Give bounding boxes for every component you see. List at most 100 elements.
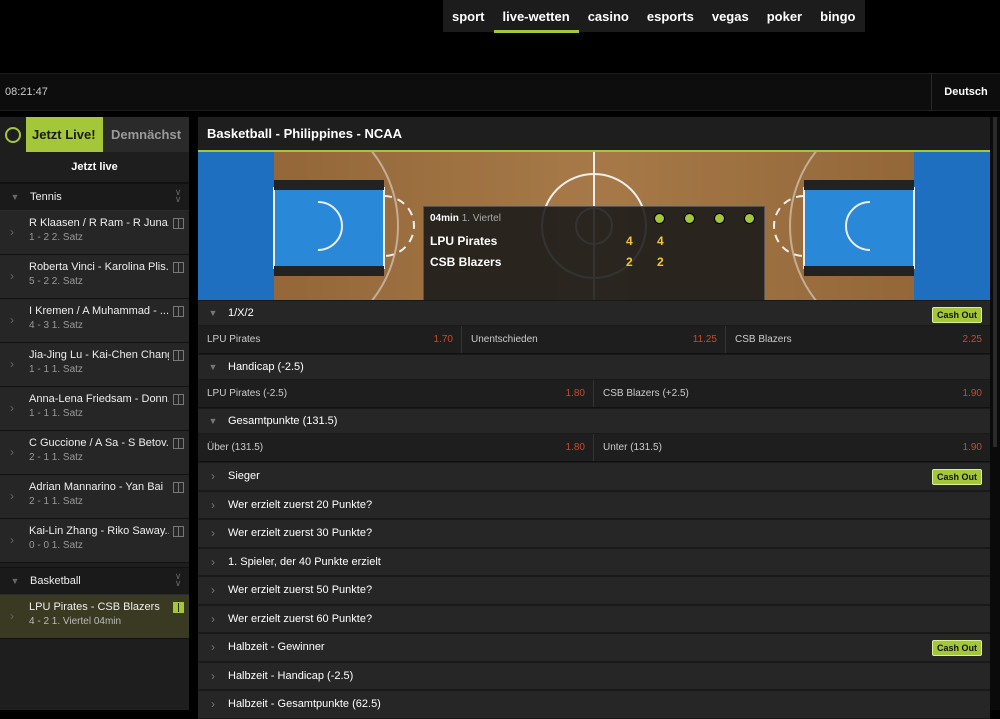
- event-header-title: Basketball - Philippines - NCAA: [198, 117, 990, 152]
- odd-button[interactable]: CSB Blazers (+2.5) 1.90: [594, 380, 990, 407]
- chevron-right-icon: ›: [211, 611, 215, 626]
- chevron-right-icon: ›: [211, 526, 215, 541]
- market-header[interactable]: › Wer erzielt zuerst 20 Punkte?: [198, 490, 990, 519]
- language-selector[interactable]: Deutsch: [931, 74, 1000, 110]
- market-title: Wer erzielt zuerst 30 Punkte?: [228, 527, 373, 540]
- odd-value: 1.70: [433, 334, 453, 345]
- chevron-right-icon: ›: [10, 489, 14, 503]
- market-header[interactable]: › Sieger Cash Out: [198, 462, 990, 491]
- odd-button[interactable]: Unter (131.5) 1.90: [594, 434, 990, 461]
- odd-label: Unter (131.5): [603, 442, 662, 453]
- market-header[interactable]: › Halbzeit - Gewinner Cash Out: [198, 633, 990, 662]
- chevron-down-icon: ▼: [10, 576, 20, 586]
- collapse-all-icon[interactable]: ∨ ∨: [171, 572, 185, 588]
- clock: 08:21:47: [5, 86, 48, 98]
- event-row[interactable]: › Adrian Mannarino - Yan Bai 2 - 1 1. Sa…: [0, 475, 189, 519]
- tv-icon: [173, 602, 184, 613]
- event-score: 1 - 1 1. Satz: [29, 364, 83, 375]
- event-row[interactable]: › I Kremen / A Muhammad - ... 4 - 3 1. S…: [0, 299, 189, 343]
- category-label: Basketball: [30, 575, 81, 587]
- odd-value: 2.25: [962, 334, 982, 345]
- event-row[interactable]: › Kai-Lin Zhang - Riko Saway... 0 - 0 1.…: [0, 519, 189, 563]
- nav-esports[interactable]: esports: [638, 0, 703, 32]
- event-title: LPU Pirates - CSB Blazers: [29, 601, 160, 613]
- event-row[interactable]: › Anna-Lena Friedsam - Donn... 1 - 1 1. …: [0, 387, 189, 431]
- chevron-right-icon: ›: [211, 583, 215, 598]
- event-row-selected[interactable]: › LPU Pirates - CSB Blazers 4 - 2 1. Vie…: [0, 595, 189, 639]
- cash-out-badge[interactable]: Cash Out: [931, 640, 982, 656]
- market-total-header[interactable]: ▼ Gesamtpunkte (131.5): [198, 408, 990, 434]
- event-score: 1 - 1 1. Satz: [29, 408, 83, 419]
- event-row[interactable]: › C Guccione / A Sa - S Betov... 2 - 1 1…: [0, 431, 189, 475]
- odd-button[interactable]: LPU Pirates (-2.5) 1.80: [198, 380, 594, 407]
- ball-icon: [684, 213, 695, 224]
- odd-button[interactable]: LPU Pirates 1.70: [198, 326, 462, 353]
- team-away: CSB Blazers: [430, 255, 502, 269]
- event-row[interactable]: › Roberta Vinci - Karolina Plis... 5 - 2…: [0, 255, 189, 299]
- market-title: Wer erzielt zuerst 20 Punkte?: [228, 498, 373, 511]
- event-score: 5 - 2 2. Satz: [29, 276, 83, 287]
- market-1x2-odds: LPU Pirates 1.70 Unentschieden 11.25 CSB B…: [198, 326, 990, 354]
- event-title: Adrian Mannarino - Yan Bai: [29, 481, 164, 493]
- market-handicap-header[interactable]: ▼ Handicap (-2.5): [198, 354, 990, 380]
- nav-bingo[interactable]: bingo: [811, 0, 864, 32]
- odd-label: CSB Blazers: [735, 334, 792, 345]
- chevron-right-icon: ›: [211, 497, 215, 512]
- tv-icon: [173, 394, 184, 405]
- market-header[interactable]: › Wer erzielt zuerst 50 Punkte?: [198, 576, 990, 605]
- tv-icon: [173, 482, 184, 493]
- market-1x2-header[interactable]: ▼ 1/X/2 Cash Out: [198, 300, 990, 326]
- nav-sport[interactable]: sport: [443, 0, 494, 32]
- odd-button[interactable]: CSB Blazers 2.25: [726, 326, 990, 353]
- market-title: 1/X/2: [228, 307, 254, 319]
- event-score: 1 - 2 2. Satz: [29, 232, 83, 243]
- event-row[interactable]: › Jia-Jing Lu - Kai-Chen Chang 1 - 1 1. …: [0, 343, 189, 387]
- cash-out-badge[interactable]: Cash Out: [931, 307, 982, 323]
- collapsed-markets: › Sieger Cash Out › Wer erzielt zuerst 2…: [198, 462, 990, 719]
- chevron-right-icon: ›: [10, 225, 14, 239]
- event-score: 0 - 0 1. Satz: [29, 540, 83, 551]
- collapse-all-icon[interactable]: ∨ ∨: [171, 188, 185, 204]
- nav-poker[interactable]: poker: [758, 0, 811, 32]
- event-title: Anna-Lena Friedsam - Donn...: [29, 393, 169, 405]
- chevron-right-icon: ›: [211, 554, 215, 569]
- odd-label: LPU Pirates: [207, 334, 261, 345]
- top-navigation: sport live-wetten casino esports vegas p…: [443, 0, 865, 33]
- odd-button[interactable]: Über (131.5) 1.80: [198, 434, 594, 461]
- market-title: Sieger: [228, 470, 260, 483]
- nav-live-wetten[interactable]: live-wetten: [493, 0, 579, 33]
- odd-label: Unentschieden: [471, 334, 538, 345]
- category-basketball[interactable]: ▼ Basketball ∨ ∨: [0, 567, 189, 595]
- tv-icon: [173, 526, 184, 537]
- team-away-period-score: 2: [657, 255, 664, 269]
- team-home-period-score: 4: [657, 234, 664, 248]
- scrollbar[interactable]: [990, 117, 1000, 710]
- nav-vegas[interactable]: vegas: [703, 0, 758, 32]
- chevron-right-icon: ›: [10, 313, 14, 327]
- team-home-score: 4: [626, 234, 633, 248]
- event-row[interactable]: › R Klaasen / R Ram - R Juna... 1 - 2 2.…: [0, 211, 189, 255]
- tv-icon: [173, 438, 184, 449]
- tv-icon: [173, 306, 184, 317]
- stopwatch-icon: [0, 117, 26, 152]
- market-handicap-odds: LPU Pirates (-2.5) 1.80 CSB Blazers (+2.5…: [198, 380, 990, 408]
- odd-button[interactable]: Unentschieden 11.25: [462, 326, 726, 353]
- odd-value: 11.25: [692, 334, 717, 345]
- market-header[interactable]: › Halbzeit - Gesamtpunkte (62.5): [198, 690, 990, 719]
- market-header[interactable]: › 1. Spieler, der 40 Punkte erzielt: [198, 547, 990, 576]
- market-header[interactable]: › Halbzeit - Handicap (-2.5): [198, 661, 990, 690]
- event-detail: Basketball - Philippines - NCAA 04min 1.…: [198, 117, 990, 719]
- market-header[interactable]: › Wer erzielt zuerst 60 Punkte?: [198, 604, 990, 633]
- team-home: LPU Pirates: [430, 234, 498, 248]
- tab-live-label: Jetzt Live!: [32, 127, 96, 142]
- tab-jetzt-live[interactable]: Jetzt Live!: [0, 117, 103, 152]
- odd-value: 1.80: [565, 442, 585, 453]
- event-score: 2 - 1 1. Satz: [29, 496, 83, 507]
- nav-casino[interactable]: casino: [579, 0, 638, 32]
- market-header[interactable]: › Wer erzielt zuerst 30 Punkte?: [198, 519, 990, 548]
- category-tennis[interactable]: ▼ Tennis ∨ ∨: [0, 183, 189, 211]
- chevron-right-icon: ›: [211, 668, 215, 683]
- cash-out-badge[interactable]: Cash Out: [931, 469, 982, 485]
- tab-demnaechst[interactable]: Demnächst: [103, 117, 189, 152]
- odd-value: 1.90: [962, 442, 982, 453]
